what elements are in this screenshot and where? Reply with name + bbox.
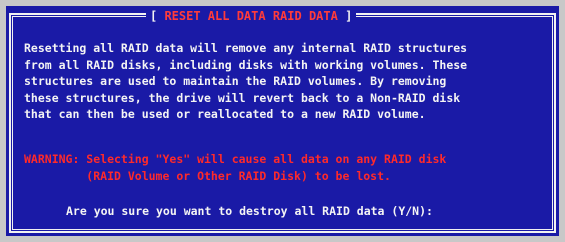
warning-line: (RAID Volume or Other RAID Disk) to be l…: [24, 168, 391, 183]
warning-line: WARNING: Selecting "Yes" will cause all …: [24, 152, 447, 166]
dialog-description: Resetting all RAID data will remove any …: [24, 40, 549, 123]
confirm-prompt[interactable]: Are you sure you want to destroy all RAI…: [66, 203, 549, 219]
description-line: Resetting all RAID data will remove any …: [24, 41, 468, 55]
description-line: from all RAID disks, including disks wit…: [24, 57, 468, 72]
title-close-bracket: ]: [337, 9, 353, 23]
description-line: that can then be used or reallocated to …: [24, 107, 426, 121]
description-line: structures are used to maintain the RAID…: [24, 74, 447, 88]
description-line: these structures, the drive will revert …: [24, 90, 461, 105]
warning-message: WARNING: Selecting "Yes" will cause all …: [24, 151, 549, 184]
reset-raid-dialog: [ RESET ALL DATA RAID DATA ] Resetting a…: [6, 6, 559, 236]
dialog-title: RESET ALL DATA RAID DATA: [164, 9, 338, 23]
dialog-title-bar: [ RESET ALL DATA RAID DATA ]: [146, 6, 357, 26]
title-open-bracket: [: [150, 9, 165, 23]
